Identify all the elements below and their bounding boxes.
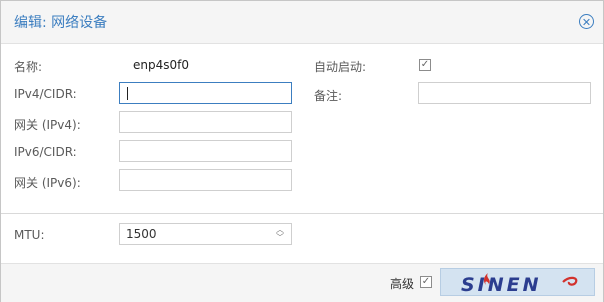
check-icon: ✓ [420, 59, 430, 70]
dialog-footer: 高级 ✓ SINEN [1, 263, 603, 302]
ipv4-cidr-label: IPv4/CIDR: [14, 87, 77, 101]
spinner-arrows[interactable]: ︿ ﹀ [275, 226, 285, 242]
watermark-text: SINEN [461, 274, 542, 295]
close-icon[interactable]: ✕ [579, 14, 594, 29]
gateway-ipv4-input[interactable] [119, 111, 292, 133]
section-divider [1, 213, 603, 214]
advanced-label: 高级 [390, 277, 415, 291]
ok-button[interactable]: SINEN [440, 268, 595, 296]
ipv6-cidr-input[interactable] [119, 140, 292, 162]
edit-network-device-dialog: 编辑: 网络设备 ✕ 名称: enp4s0f0 IPv4/CIDR: 网关 (I… [0, 0, 604, 302]
swoosh-icon [562, 276, 578, 286]
gateway-ipv6-input[interactable] [119, 169, 292, 191]
autostart-checkbox[interactable]: ✓ [419, 59, 431, 71]
dialog-header: 编辑: 网络设备 ✕ [1, 1, 603, 44]
dialog-title: 编辑: 网络设备 [14, 15, 108, 31]
ipv6-cidr-label: IPv6/CIDR: [14, 145, 77, 159]
comment-input[interactable] [418, 82, 591, 104]
name-label: 名称: [14, 60, 43, 74]
advanced-checkbox[interactable]: ✓ [420, 276, 432, 288]
mtu-value: 1500 [126, 227, 157, 241]
watermark-logo: SINEN [461, 273, 578, 295]
text-caret [127, 87, 128, 100]
gateway-ipv6-label: 网关 (IPv6): [14, 176, 81, 190]
comment-label: 备注: [314, 89, 343, 103]
mtu-label: MTU: [14, 228, 45, 242]
autostart-label: 自动启动: [314, 60, 367, 74]
chevron-down-icon[interactable]: ﹀ [275, 234, 285, 242]
ipv4-cidr-input[interactable] [119, 82, 292, 104]
gateway-ipv4-label: 网关 (IPv4): [14, 118, 81, 132]
mtu-spinner[interactable]: 1500 ︿ ﹀ [119, 223, 292, 245]
name-value: enp4s0f0 [133, 58, 189, 72]
check-icon: ✓ [421, 276, 431, 287]
